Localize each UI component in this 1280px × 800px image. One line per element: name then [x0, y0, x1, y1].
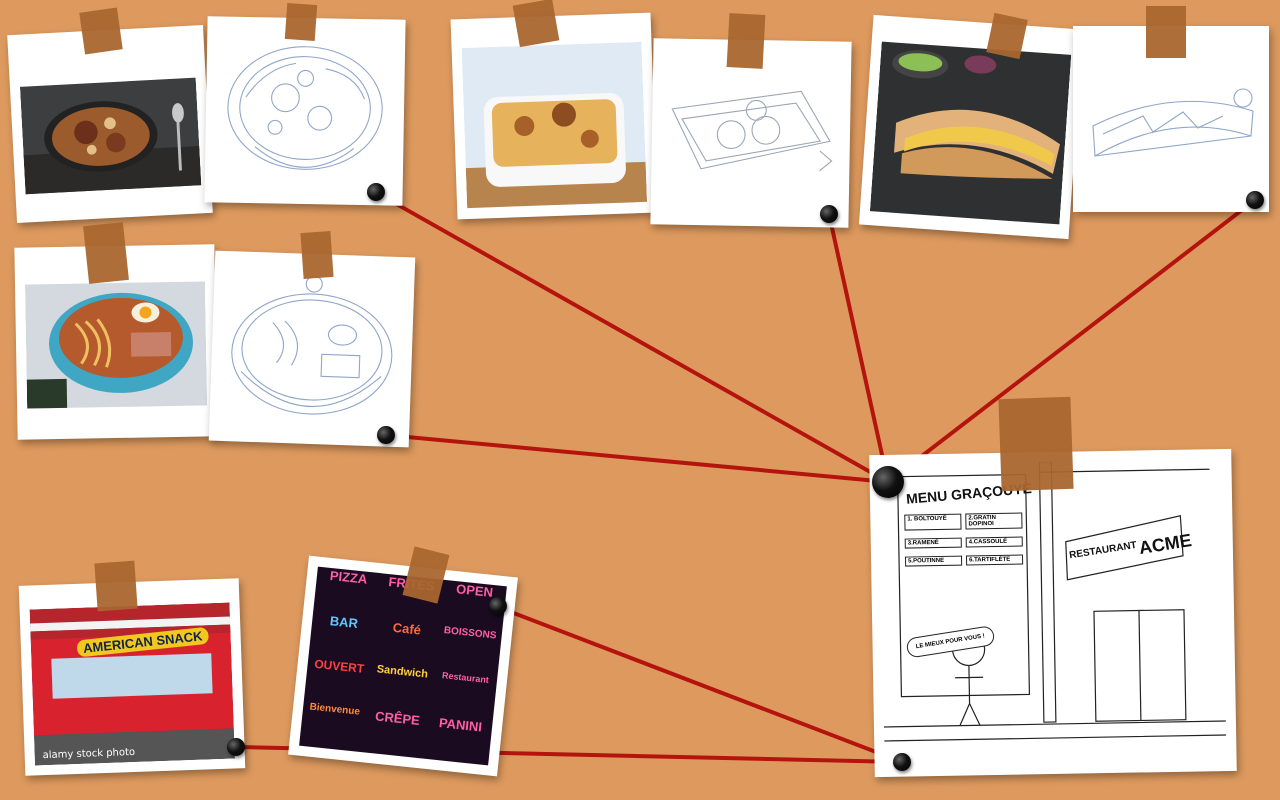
ramen-photo [24, 281, 208, 409]
menu-item: 1. BOLTOUYÉ [904, 513, 962, 531]
gratin-photo [461, 41, 648, 209]
neon-sign: BAR [329, 613, 359, 632]
tape [94, 560, 138, 612]
string-neon [496, 605, 904, 764]
tape [284, 2, 318, 42]
pin [820, 205, 838, 223]
sandwich-photo [869, 41, 1072, 225]
sandwich-sketch [1092, 88, 1254, 157]
restaurant-scene-card: MENU GRAÇOUYÈ 1. BOLTOUYÉ 2.GRATIN DOPIN… [869, 448, 1237, 778]
pin [367, 183, 385, 201]
tape [79, 7, 123, 55]
tape [300, 231, 334, 279]
menu-item: 3.RAMENÉ [904, 537, 962, 549]
neon-sign: BOISSONS [443, 625, 497, 642]
neon-sign: Bienvenue [309, 701, 361, 718]
neon-sign: OUVERT [313, 656, 365, 676]
casserole-photo-card [7, 24, 213, 224]
menu-item: 2.GRATIN DOPINOI [965, 512, 1023, 530]
string-casserole [375, 191, 890, 484]
tape [1146, 6, 1186, 58]
gratin-sketch [671, 90, 833, 172]
casserole-sketch [227, 46, 383, 170]
gratin-photo-card [450, 12, 658, 220]
string-ramen [384, 433, 890, 484]
menu-item: 5.POUTINNE [904, 555, 963, 567]
menu-item: 4.CASSOULÉ [965, 536, 1023, 548]
neon-sign: PANINI [438, 715, 483, 735]
tape [998, 396, 1074, 492]
pin [872, 466, 904, 498]
pin [227, 738, 245, 756]
neon-sign: CRÊPE [374, 708, 421, 729]
menu-item: 6.TARTIFLÉTE [965, 554, 1024, 566]
ramen-sketch-card [208, 250, 416, 448]
neon-sign: Café [392, 619, 422, 638]
casserole-sketch-card [204, 16, 406, 206]
pin [893, 753, 911, 771]
ramen-sketch [231, 275, 393, 415]
pin [1246, 191, 1264, 209]
tape [512, 0, 560, 48]
string-gratin [827, 212, 890, 484]
cork-board: AMERICAN SNACK alamy stock photo PIZZA F… [0, 0, 1280, 800]
neon-sign: PIZZA [329, 567, 369, 587]
casserole-photo [19, 77, 202, 195]
restaurant-scene-drawing [883, 461, 1227, 742]
neon-sign: Sandwich [376, 663, 429, 681]
neon-sign: Restaurant [441, 670, 490, 686]
tape [83, 222, 129, 284]
menu-items: 1. BOLTOUYÉ 2.GRATIN DOPINOI 3.RAMENÉ 4.… [904, 512, 1024, 567]
tape [726, 13, 766, 69]
pin [489, 597, 507, 615]
storefront-photo [29, 602, 235, 766]
pin [377, 426, 395, 444]
sandwich-photo-card [858, 14, 1084, 240]
